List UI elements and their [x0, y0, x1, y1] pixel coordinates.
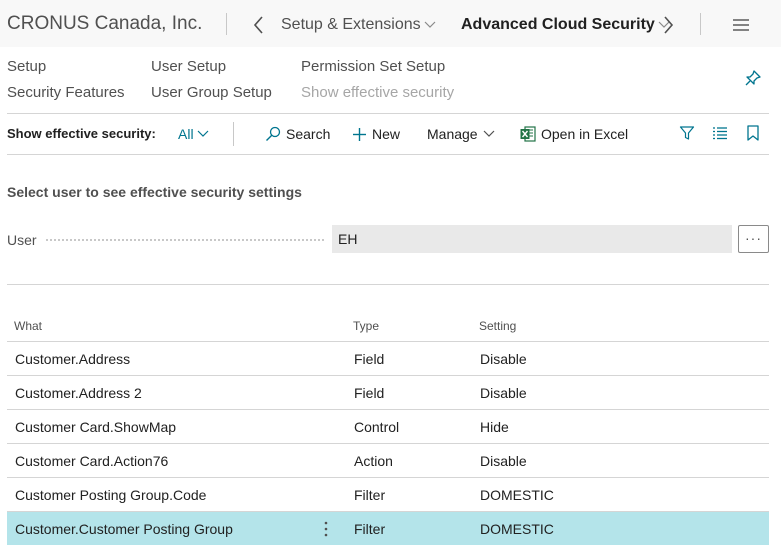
header-divider	[226, 13, 227, 35]
column-header-type[interactable]: Type	[353, 319, 379, 333]
cell-type: Field	[354, 351, 385, 367]
cell-type: Control	[354, 419, 400, 435]
cell-setting: Hide	[480, 419, 509, 435]
nav-user-setup[interactable]: User Setup	[151, 58, 226, 75]
action-bar-divider	[233, 122, 234, 146]
column-header-setting[interactable]: Setting	[479, 319, 516, 333]
table-row[interactable]: Customer.Address Field Disable	[7, 341, 769, 375]
bookmark-icon[interactable]	[746, 125, 760, 141]
cell-setting: Disable	[480, 453, 527, 469]
search-icon	[266, 126, 281, 141]
row-actions-icon[interactable]	[323, 520, 329, 538]
cell-what: Customer.Customer Posting Group	[15, 521, 233, 537]
chevron-down-icon	[197, 130, 208, 137]
pin-icon[interactable]	[744, 69, 762, 87]
cell-setting: Disable	[480, 385, 527, 401]
nav-show-effective-security: Show effective security	[301, 84, 455, 101]
cell-setting: DOMESTIC	[480, 521, 554, 537]
new-label: New	[372, 126, 401, 142]
list-view-icon[interactable]	[712, 125, 728, 141]
forward-arrow-icon[interactable]	[661, 15, 675, 35]
cell-what: Customer Card.ShowMap	[15, 419, 177, 435]
user-field-label: User	[7, 232, 37, 248]
table-row-selected[interactable]: Customer.Customer Posting Group Filter D…	[7, 511, 769, 545]
app-header: CRONUS Canada, Inc. Setup & Extensions A…	[0, 0, 781, 47]
cell-type: Action	[354, 453, 393, 469]
table-row[interactable]: Customer Card.ShowMap Control Hide	[7, 409, 769, 443]
chevron-down-icon	[483, 130, 495, 137]
header-divider	[700, 13, 701, 35]
cell-setting: Disable	[480, 351, 527, 367]
breadcrumb-parent-label: Setup & Extensions	[281, 16, 421, 33]
section-title: Select user to see effective security se…	[7, 184, 302, 200]
nav-security-features[interactable]: Security Features	[7, 84, 125, 101]
search-label: Search	[286, 126, 331, 142]
filter-icon[interactable]	[679, 125, 695, 141]
divider	[7, 284, 769, 285]
table-row[interactable]: Customer Card.Action76 Action Disable	[7, 443, 769, 477]
cell-type: Filter	[354, 521, 386, 537]
cell-setting: DOMESTIC	[480, 487, 554, 503]
cell-what: Customer Posting Group.Code	[15, 487, 207, 503]
table-row[interactable]: Customer Posting Group.Code Filter DOMES…	[7, 477, 769, 511]
back-arrow-icon[interactable]	[252, 15, 266, 35]
excel-icon	[520, 126, 536, 142]
nav-permission-set-setup[interactable]: Permission Set Setup	[301, 58, 445, 75]
filter-label: Show effective security:	[7, 126, 156, 141]
cell-what: Customer.Address 2	[15, 385, 142, 401]
breadcrumb-parent[interactable]: Setup & Extensions	[281, 16, 436, 34]
nav-setup[interactable]: Setup	[7, 58, 46, 75]
manage-dropdown[interactable]: Manage	[427, 126, 495, 142]
cell-what: Customer Card.Action76	[15, 453, 169, 469]
manage-label: Manage	[427, 126, 478, 142]
cell-type: Filter	[354, 487, 386, 503]
plus-icon	[353, 127, 366, 141]
filter-dropdown[interactable]: All	[178, 126, 209, 142]
company-name[interactable]: CRONUS Canada, Inc.	[7, 13, 202, 35]
cell-type: Field	[354, 385, 385, 401]
action-bar: Show effective security: All Search New …	[0, 114, 781, 154]
breadcrumb-current-label: Advanced Cloud Security	[461, 16, 655, 33]
user-field[interactable]: EH	[332, 225, 732, 253]
user-lookup-button[interactable]: ···	[738, 225, 769, 253]
breadcrumb-current[interactable]: Advanced Cloud Security	[461, 16, 670, 34]
field-leader-dots	[46, 239, 324, 241]
chevron-down-icon	[424, 21, 436, 28]
hamburger-menu-icon[interactable]	[731, 17, 751, 33]
table-row[interactable]: Customer.Address 2 Field Disable	[7, 375, 769, 409]
open-in-excel-button[interactable]: Open in Excel	[520, 126, 628, 142]
new-button[interactable]: New	[352, 126, 400, 142]
cell-what: Customer.Address	[15, 351, 131, 367]
filter-value: All	[178, 126, 194, 142]
column-header-what[interactable]: What	[14, 319, 42, 333]
divider	[7, 154, 769, 155]
search-button[interactable]: Search	[265, 126, 330, 142]
nav-user-group-setup[interactable]: User Group Setup	[151, 84, 272, 101]
open-in-excel-label: Open in Excel	[541, 126, 629, 142]
